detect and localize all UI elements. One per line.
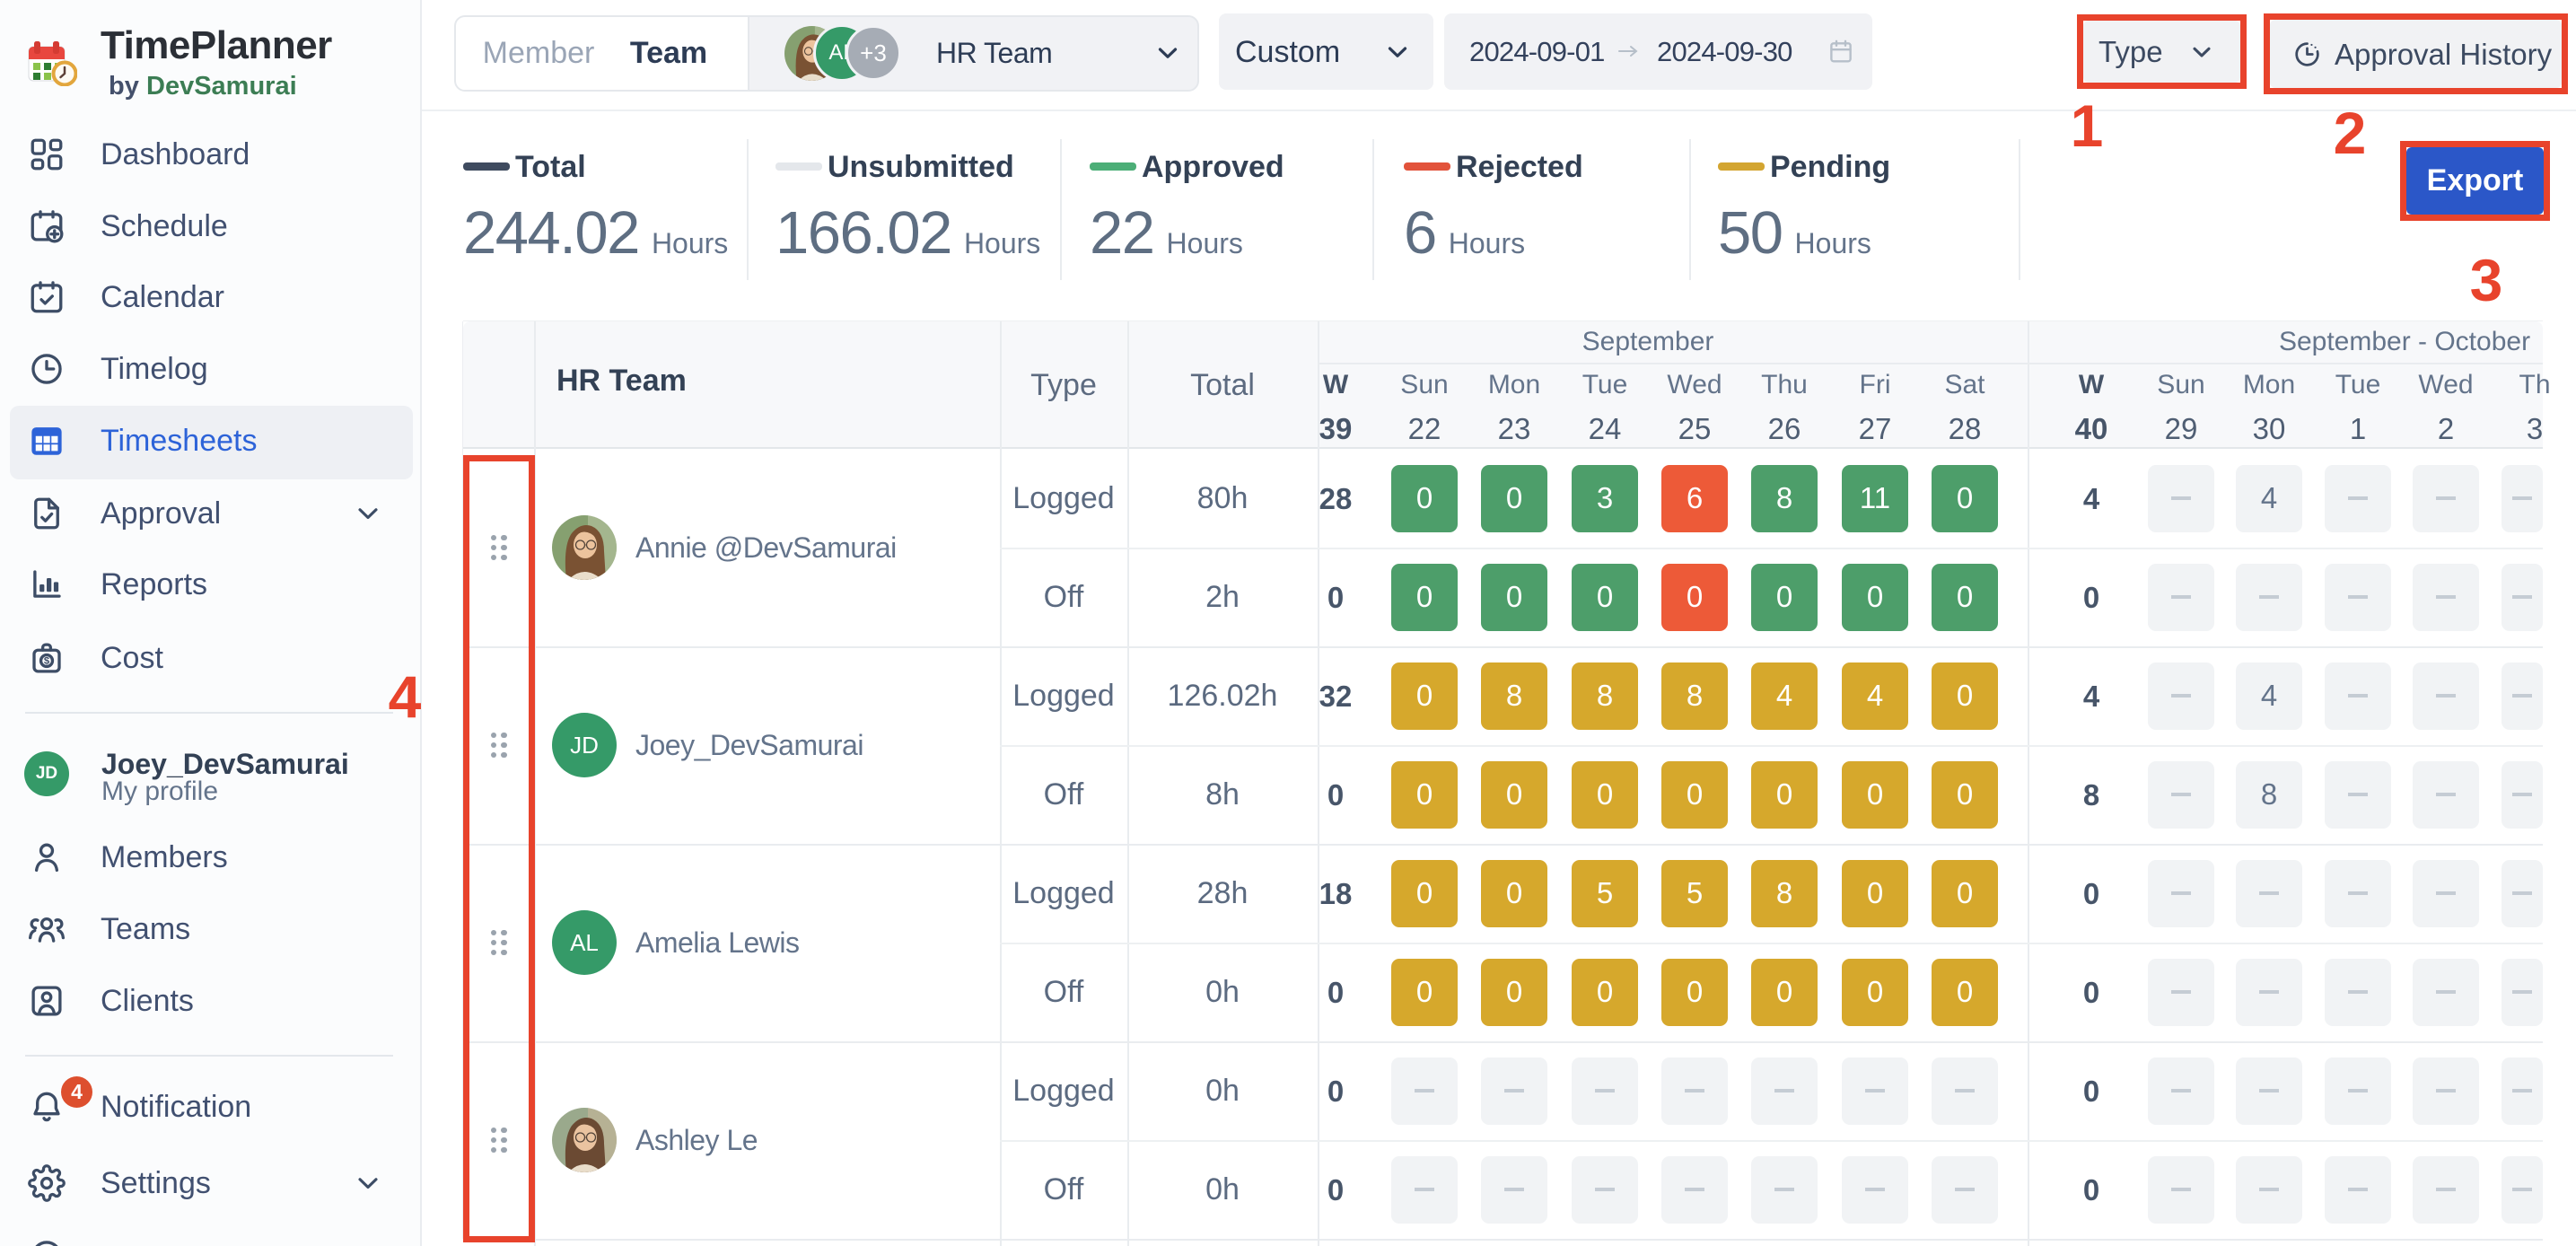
svg-text:$: $: [44, 656, 50, 667]
